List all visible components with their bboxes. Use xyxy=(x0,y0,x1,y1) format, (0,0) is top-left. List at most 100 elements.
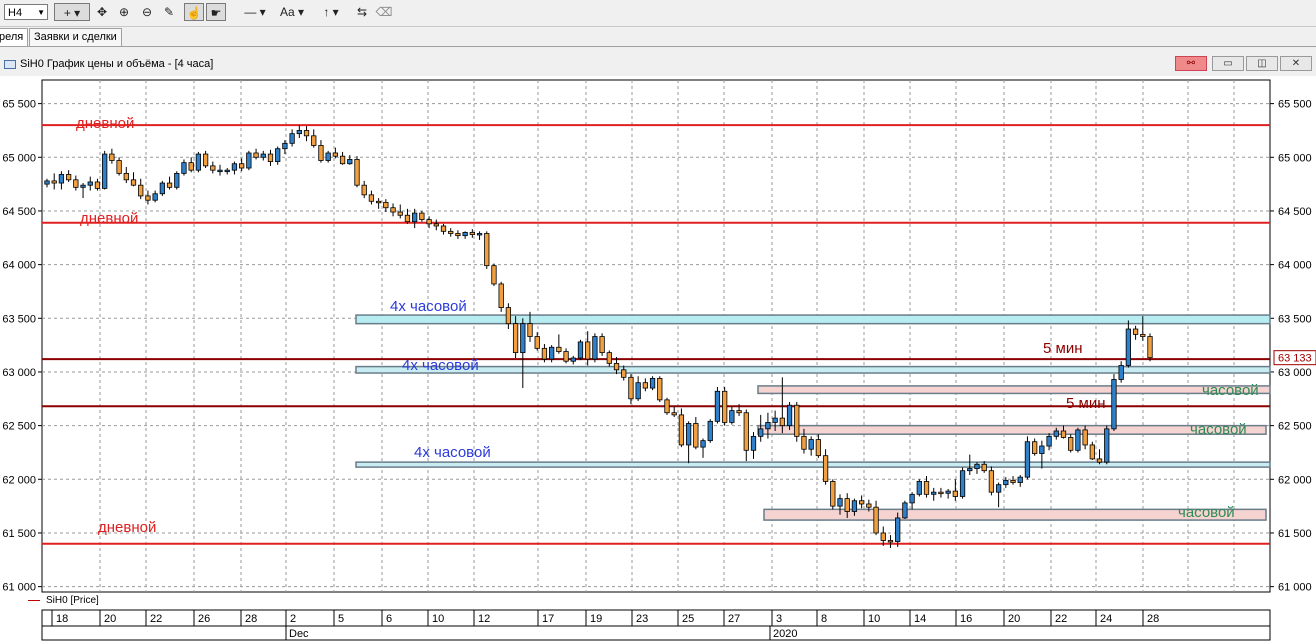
candle-body xyxy=(1096,458,1103,463)
candle-body xyxy=(1003,479,1009,486)
candle-body xyxy=(123,172,129,181)
candle-body xyxy=(512,323,519,354)
candle-body xyxy=(750,435,757,451)
candle-body xyxy=(729,410,735,423)
candle-body xyxy=(541,347,548,360)
ruler-tool-button[interactable]: ✎ xyxy=(161,3,177,21)
price-chart[interactable]: 65 50065 00064 50064 00063 50063 00062 5… xyxy=(0,76,1316,644)
crosshair-icon: + xyxy=(63,6,71,20)
link-button[interactable]: ⚯ xyxy=(1175,56,1207,71)
y-tick-label: 64 000 xyxy=(2,260,36,272)
hand-tool-button[interactable]: ☝ xyxy=(184,3,204,21)
candle-body xyxy=(303,130,310,137)
erase-drawings-button[interactable]: ⌫ xyxy=(374,3,394,21)
candle-body xyxy=(311,135,317,146)
candle-body xyxy=(628,376,634,400)
x-tick-label: 5 xyxy=(338,613,344,625)
candle-body xyxy=(476,233,483,236)
arrow-tool-button[interactable]: ↑ ▾ xyxy=(316,3,346,21)
candle-body xyxy=(786,404,793,427)
candle-body xyxy=(902,502,908,519)
candle-body xyxy=(707,420,713,442)
y-tick-label: 64 500 xyxy=(1278,206,1312,218)
crosshair-tool-button[interactable]: + ▾ xyxy=(54,3,90,21)
y-tick-label: 62 500 xyxy=(1278,421,1312,433)
candle-body xyxy=(267,153,274,162)
workspace-tabs: реля Заявки и сделки xyxy=(0,27,1316,47)
candle-body xyxy=(469,232,475,235)
y-tick-label: 65 000 xyxy=(2,152,36,164)
candle-body xyxy=(1111,379,1117,430)
candle-body xyxy=(368,194,375,202)
candle-body xyxy=(347,159,353,165)
pan-tool-button[interactable]: ✥ xyxy=(94,3,110,21)
zone-label: часовой xyxy=(1178,504,1235,521)
x-tick-label: 18 xyxy=(56,613,68,625)
level-label: 5 мин xyxy=(1043,340,1083,357)
x-tick-label: 8 xyxy=(821,613,827,625)
candle-body xyxy=(1053,430,1059,437)
candle-body xyxy=(1010,479,1016,483)
x-tick-label: 6 xyxy=(386,613,392,625)
candle-body xyxy=(94,181,101,189)
close-button[interactable]: ✕ xyxy=(1280,56,1312,71)
grab-tool-button[interactable]: ☛ xyxy=(206,3,226,21)
window-title: SiH0 График цены и объёма - [4 часа] xyxy=(20,58,214,70)
candle-body xyxy=(195,153,202,171)
candle-body xyxy=(87,181,93,186)
hide-drawings-button[interactable]: ⇆ xyxy=(352,3,372,21)
candle-body xyxy=(1125,328,1132,366)
candle-body xyxy=(851,500,858,512)
close-icon: ✕ xyxy=(1291,58,1301,69)
candle-body xyxy=(606,352,612,364)
candle-body xyxy=(649,377,656,389)
minimize-button[interactable]: ▭ xyxy=(1212,56,1244,71)
timeframe-value: H4 xyxy=(8,7,23,19)
zoom-out-button[interactable]: ⊖ xyxy=(139,3,155,21)
candle-body xyxy=(923,481,930,495)
restore-button[interactable]: ◫ xyxy=(1246,56,1278,71)
candle-body xyxy=(145,195,151,201)
candle-body xyxy=(102,153,108,189)
text-tool-button[interactable]: Aa ▾ xyxy=(278,3,306,21)
candle-body xyxy=(289,133,295,144)
x-tick-label: 22 xyxy=(1055,613,1067,625)
candle-body xyxy=(80,184,86,188)
candle-body xyxy=(1140,333,1146,337)
candle-body xyxy=(375,200,382,204)
candle-body xyxy=(246,152,252,169)
candle-body xyxy=(455,233,461,237)
candle-body xyxy=(354,159,360,186)
candle-body xyxy=(1039,445,1045,454)
candle-body xyxy=(138,184,144,197)
zoom-in-button[interactable]: ⊕ xyxy=(116,3,132,21)
line-icon: — xyxy=(244,5,257,19)
x-tick-label: 23 xyxy=(636,613,648,625)
tab-orders-trades[interactable]: Заявки и сделки xyxy=(29,28,122,46)
candle-body xyxy=(794,404,800,437)
tab-portfolio[interactable]: реля xyxy=(0,28,29,46)
level-label: дневной xyxy=(98,519,156,536)
candle-body xyxy=(866,503,872,508)
candle-body xyxy=(224,169,230,173)
zoom-out-icon: ⊖ xyxy=(141,5,153,19)
candle-body xyxy=(714,390,721,422)
candle-body xyxy=(412,212,418,223)
hand-icon: ☝ xyxy=(186,6,202,20)
candle-body xyxy=(275,148,281,162)
timeframe-select[interactable]: H4 ▼ xyxy=(4,4,48,20)
candle-body xyxy=(880,532,886,541)
line-tool-button[interactable]: — ▾ xyxy=(240,3,270,21)
candle-body xyxy=(73,179,79,188)
zoom-in-icon: ⊕ xyxy=(118,5,130,19)
candle-body xyxy=(462,232,468,237)
candle-body xyxy=(830,481,836,507)
candle-body xyxy=(1147,336,1153,359)
legend-label: SiH0 [Price] xyxy=(46,595,99,606)
candle-body xyxy=(657,377,663,401)
tab-label: реля xyxy=(0,31,24,43)
candle-body xyxy=(174,172,180,188)
candle-body xyxy=(1032,441,1038,454)
y-tick-label: 64 500 xyxy=(2,206,36,218)
candle-body xyxy=(887,540,894,543)
